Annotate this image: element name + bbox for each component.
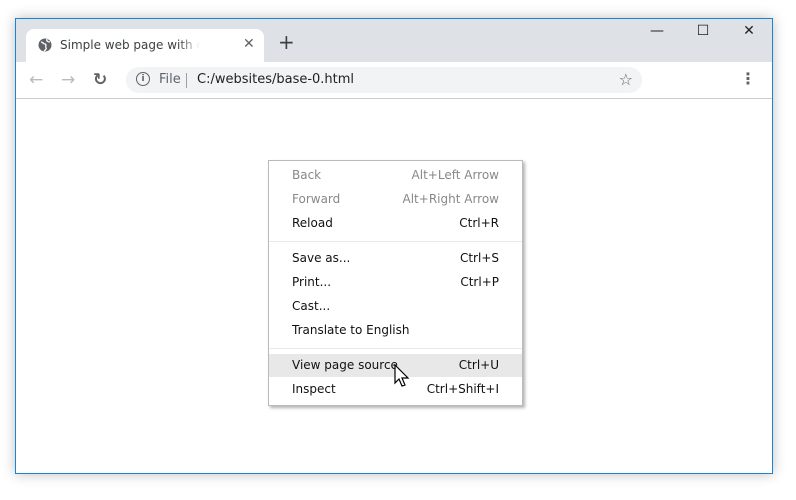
forward-arrow-icon[interactable]: → <box>61 70 75 90</box>
minimize-button[interactable]: — <box>634 23 680 39</box>
menu-item-shortcut: Ctrl+R <box>459 216 499 230</box>
more-menu-icon[interactable]: ⋮ <box>740 69 756 88</box>
address-bar[interactable]: i File C:/websites/base-0.html ☆ <box>126 67 642 93</box>
divider <box>186 73 187 88</box>
menu-item-label: View page source <box>292 358 398 372</box>
maximize-button[interactable]: ☐ <box>680 23 726 39</box>
menu-separator <box>269 241 522 242</box>
menu-item-label: Save as... <box>292 251 351 265</box>
bookmark-star-icon[interactable]: ☆ <box>619 70 633 89</box>
close-tab-icon[interactable]: ✕ <box>243 36 255 52</box>
menu-item-label: Forward <box>292 192 341 206</box>
menu-separator <box>269 348 522 349</box>
menu-item-shortcut: Alt+Right Arrow <box>402 192 499 206</box>
menu-item-shortcut: Ctrl+P <box>460 275 499 289</box>
tab-title: Simple web page with default styles <box>60 38 200 52</box>
menu-item-save-as[interactable]: Save as... Ctrl+S <box>269 247 522 270</box>
menu-item-print[interactable]: Print... Ctrl+P <box>269 271 522 294</box>
menu-item-label: Cast... <box>292 299 331 313</box>
reload-icon[interactable]: ↻ <box>93 70 107 90</box>
back-arrow-icon[interactable]: ← <box>29 70 43 90</box>
url-text[interactable]: C:/websites/base-0.html <box>197 72 354 87</box>
toolbar: ← → ↻ i File C:/websites/base-0.html ☆ ⋮ <box>16 62 772 99</box>
menu-item-shortcut: Ctrl+Shift+I <box>426 382 499 396</box>
menu-item-cast[interactable]: Cast... <box>269 295 522 318</box>
globe-icon <box>38 38 52 52</box>
menu-item-forward[interactable]: Forward Alt+Right Arrow <box>269 188 522 211</box>
close-window-button[interactable]: ✕ <box>726 23 772 39</box>
info-icon[interactable]: i <box>136 72 150 86</box>
menu-item-label: Reload <box>292 216 333 230</box>
menu-item-label: Back <box>292 168 322 182</box>
tab-active[interactable]: Simple web page with default styles ✕ <box>26 29 264 62</box>
menu-item-shortcut: Alt+Left Arrow <box>411 168 499 182</box>
menu-item-translate-to-english[interactable]: Translate to English <box>269 319 522 342</box>
mouse-pointer-icon <box>394 364 410 387</box>
menu-item-shortcut: Ctrl+U <box>458 358 499 372</box>
menu-item-label: Translate to English <box>292 323 410 337</box>
menu-item-reload[interactable]: Reload Ctrl+R <box>269 212 522 235</box>
menu-item-shortcut: Ctrl+S <box>459 251 499 265</box>
new-tab-button[interactable]: + <box>278 32 295 52</box>
menu-item-back[interactable]: Back Alt+Left Arrow <box>269 164 522 187</box>
scheme-label: File <box>159 72 181 87</box>
menu-item-label: Print... <box>292 275 332 289</box>
menu-item-label: Inspect <box>292 382 336 396</box>
tab-strip: Simple web page with default styles ✕ + … <box>16 19 772 62</box>
